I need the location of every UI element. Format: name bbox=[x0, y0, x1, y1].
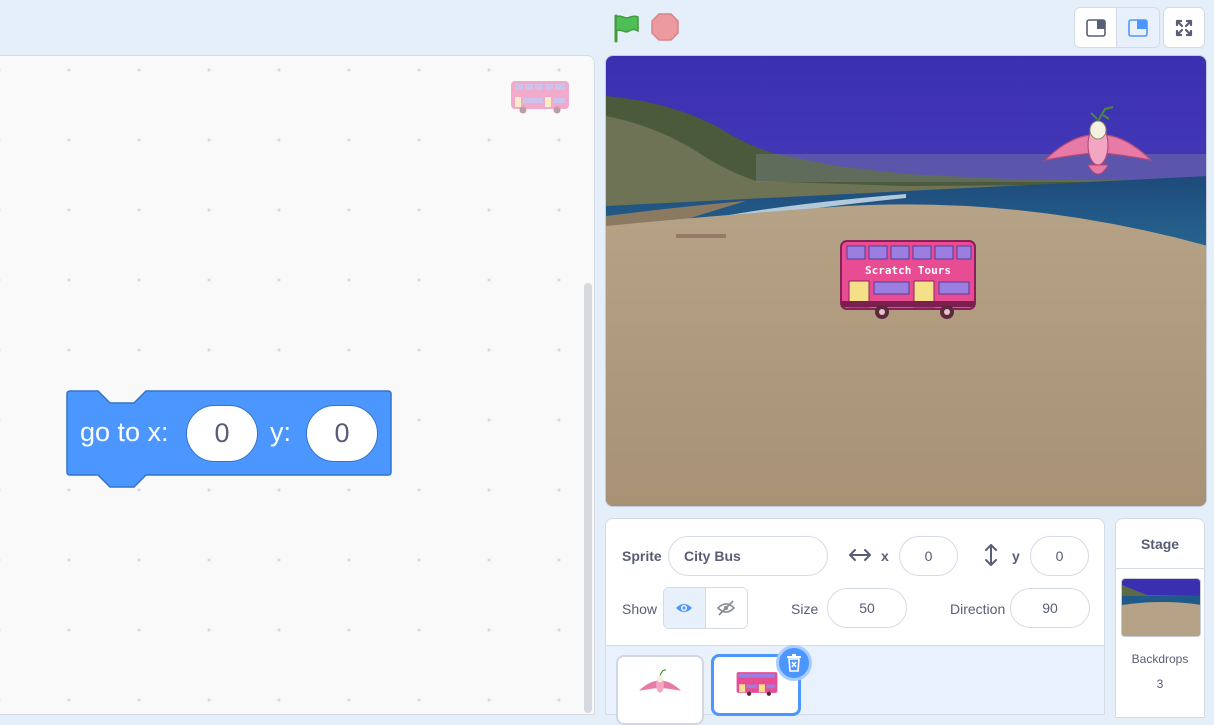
show-label: Show bbox=[622, 601, 658, 617]
horizontal-arrows-icon bbox=[849, 549, 871, 561]
block-label-y: y: bbox=[270, 417, 292, 447]
backdrops-label: Backdrops bbox=[1131, 652, 1189, 666]
show-button[interactable] bbox=[664, 588, 706, 628]
bus-thumbnail-icon bbox=[736, 672, 778, 696]
stage-size-toggle bbox=[1074, 7, 1160, 48]
block-label-go-to-x: go to x: bbox=[80, 417, 169, 447]
fullscreen-button[interactable] bbox=[1163, 7, 1205, 48]
backdrop-thumbnail-image bbox=[1122, 579, 1200, 636]
workspace-scrollbar[interactable] bbox=[584, 283, 592, 713]
eye-slash-icon bbox=[717, 600, 736, 616]
size-label: Size bbox=[791, 601, 819, 617]
direction-label: Direction bbox=[950, 601, 1006, 617]
y-input[interactable]: 0 bbox=[306, 405, 378, 462]
sprite-info-panel: Sprite City Bus x 0 y 0 Show Size 50 Dir… bbox=[605, 518, 1105, 646]
stage-backdrop-thumbnail[interactable] bbox=[1121, 578, 1201, 637]
sprite-x-input[interactable]: 0 bbox=[899, 536, 958, 576]
large-stage-button[interactable] bbox=[1117, 7, 1160, 48]
eye-icon bbox=[676, 604, 693, 612]
small-stage-button[interactable] bbox=[1074, 7, 1117, 48]
green-flag-icon[interactable] bbox=[611, 13, 641, 43]
stage-canvas[interactable]: Scratch Tours bbox=[605, 55, 1207, 507]
trash-icon bbox=[787, 654, 801, 672]
large-stage-icon bbox=[1128, 18, 1148, 37]
hide-button[interactable] bbox=[705, 588, 747, 628]
x-input[interactable]: 0 bbox=[186, 405, 258, 462]
vertical-arrows-icon bbox=[985, 544, 997, 566]
sprite-y-input[interactable]: 0 bbox=[1030, 536, 1089, 576]
bus-sign-text: Scratch Tours bbox=[865, 264, 951, 277]
y-label: y bbox=[1012, 548, 1020, 564]
current-sprite-watermark bbox=[511, 81, 569, 114]
visibility-toggle bbox=[663, 587, 748, 629]
stage-selector[interactable]: Stage Backdrops 3 bbox=[1115, 518, 1205, 718]
sprite-name-input[interactable]: City Bus bbox=[668, 536, 828, 576]
dove-thumbnail-icon bbox=[639, 669, 681, 693]
stop-icon[interactable] bbox=[651, 13, 679, 41]
x-label: x bbox=[881, 548, 889, 564]
small-stage-icon bbox=[1085, 18, 1106, 37]
city-bus-sprite[interactable]: Scratch Tours bbox=[839, 239, 977, 321]
stage-title: Stage bbox=[1116, 519, 1204, 569]
backdrops-count: 3 bbox=[1156, 677, 1164, 691]
fullscreen-icon bbox=[1175, 19, 1193, 36]
sprite-label: Sprite bbox=[622, 548, 662, 564]
delete-sprite-button[interactable] bbox=[776, 645, 812, 681]
sprite-tile-dove[interactable] bbox=[616, 655, 704, 725]
code-workspace[interactable] bbox=[0, 55, 595, 715]
direction-input[interactable]: 90 bbox=[1010, 588, 1090, 628]
size-input[interactable]: 50 bbox=[827, 588, 907, 628]
dove-sprite[interactable] bbox=[1043, 105, 1153, 181]
